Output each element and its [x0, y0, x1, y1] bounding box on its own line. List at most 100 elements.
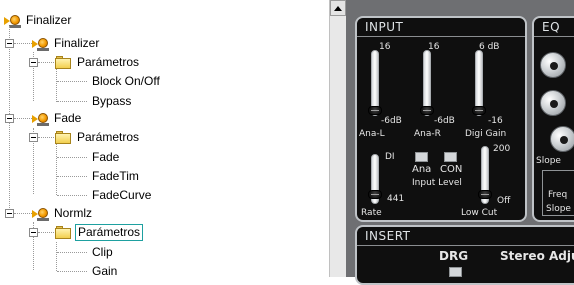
tree-item-label: Fade: [92, 150, 120, 164]
fader-name: Digi Gain: [465, 129, 507, 139]
tree-item-label: FadeCurve: [92, 188, 152, 202]
stereo-adjust-label: Stereo Adju: [500, 249, 574, 263]
tree-item-gain[interactable]: Gain: [90, 263, 119, 277]
lowcut-value: Off: [497, 196, 511, 206]
tree-item-clip[interactable]: Clip: [90, 244, 115, 261]
insert-panel: INSERT DRG Stereo Adju: [355, 225, 574, 285]
tree-connector: [57, 252, 87, 253]
eq-knob[interactable]: [540, 52, 566, 78]
insert-panel-title: INSERT: [365, 229, 411, 243]
plugin-icon: [32, 207, 49, 221]
plugin-icon: [32, 37, 49, 51]
fader-value: -6dB: [381, 116, 402, 126]
lowcut-top-label: 200: [493, 144, 511, 154]
divider: [357, 36, 525, 37]
tree-root-label: Finalizer: [26, 13, 72, 27]
tree-connector: [38, 137, 56, 138]
tree-item-normlz[interactable]: Normlz: [32, 205, 94, 222]
ana-r-fader[interactable]: [420, 106, 434, 115]
tree-item-label: FadeTim: [92, 169, 139, 183]
rate-value: 441: [387, 194, 405, 204]
tree-connector: [57, 195, 87, 196]
tree-item-label: Finalizer: [54, 36, 100, 50]
eq-slope-label: Slope: [536, 156, 561, 166]
tree-item-fade[interactable]: Fade: [90, 149, 121, 166]
drg-button[interactable]: [449, 267, 462, 277]
tree-item-block-on-off[interactable]: Block On/Off: [90, 73, 162, 90]
lowcut-label: Low Cut: [461, 208, 498, 218]
folder-icon: [55, 56, 71, 69]
tree-item-bypass[interactable]: Bypass: [90, 93, 133, 110]
con-label: CON: [440, 164, 463, 175]
tree-item-label: Fade: [54, 111, 82, 125]
plugin-tree[interactable]: Finalizer Finalizer Parámetros Block On/…: [0, 0, 329, 277]
tree-item-label: Bypass: [92, 94, 132, 108]
fader-top-label: 16: [379, 42, 391, 52]
tree-item-fadetim[interactable]: FadeTim: [90, 168, 141, 185]
folder-icon: [55, 131, 71, 144]
fader-value: -16: [488, 116, 503, 126]
tree-connector: [38, 62, 56, 63]
collapse-icon[interactable]: [29, 133, 38, 142]
tree-item-parametros-selected[interactable]: Parámetros: [55, 224, 144, 241]
divider: [534, 36, 574, 37]
tree-item-label: Block On/Off: [92, 74, 160, 88]
collapse-icon[interactable]: [29, 58, 38, 67]
tree-item-label: Parámetros: [77, 130, 140, 144]
tree-item-label: Parámetros: [75, 224, 144, 241]
fader-value: -6dB: [434, 116, 455, 126]
tree-connector: [14, 118, 32, 119]
tree-item-label: Parámetros: [77, 55, 140, 69]
low-cut-fader[interactable]: [478, 190, 492, 199]
collapse-icon[interactable]: [29, 228, 38, 237]
tree-connector: [56, 242, 57, 271]
vertical-scrollbar[interactable]: [329, 0, 346, 277]
tree-connector: [14, 213, 32, 214]
eq-slope-label-2: Slope: [546, 204, 571, 214]
tree-connector: [57, 157, 87, 158]
di-label: DI: [385, 152, 395, 162]
con-button[interactable]: [444, 152, 457, 162]
eq-panel-title: EQ: [542, 20, 561, 34]
tree-item-parametros[interactable]: Parámetros: [55, 54, 141, 71]
tree-root[interactable]: Finalizer: [4, 12, 73, 29]
input-panel-title: INPUT: [365, 20, 404, 34]
input-panel: INPUT 16 16 6 dB -6dB -6dB -16 Ana-L Ana…: [355, 16, 527, 222]
tree-item-parametros[interactable]: Parámetros: [55, 129, 141, 146]
input-level-label: Input Level: [412, 178, 462, 188]
tree-connector: [57, 271, 87, 272]
collapse-icon[interactable]: [5, 209, 14, 218]
tree-connector: [56, 140, 57, 195]
folder-open-icon: [55, 226, 71, 239]
tree-item-label: Gain: [92, 264, 118, 277]
fader-name: Ana-R: [414, 129, 441, 139]
tree-connector: [14, 43, 32, 44]
eq-knob[interactable]: [540, 90, 566, 116]
mixer-panel: INPUT 16 16 6 dB -6dB -6dB -16 Ana-L Ana…: [346, 0, 574, 285]
up-arrow-icon[interactable]: [330, 0, 346, 16]
ana-l-fader[interactable]: [368, 106, 382, 115]
eq-panel: EQ Slope Freq Slope: [532, 16, 574, 222]
eq-freq-label: Freq: [548, 190, 568, 200]
rate-fader[interactable]: [368, 190, 382, 199]
tree-item-fadecurve[interactable]: FadeCurve: [90, 187, 153, 204]
divider: [357, 245, 574, 246]
digi-gain-fader[interactable]: [472, 106, 486, 115]
collapse-icon[interactable]: [5, 39, 14, 48]
collapse-icon[interactable]: [5, 114, 14, 123]
plugin-icon: [4, 14, 21, 28]
tree-item-label: Clip: [92, 245, 113, 259]
fader-name: Ana-L: [359, 129, 385, 139]
eq-knob[interactable]: [550, 126, 574, 152]
ana-button[interactable]: [415, 152, 428, 162]
tree-connector: [57, 101, 87, 102]
tree-item-fade-plugin[interactable]: Fade: [32, 110, 83, 127]
rate-label: Rate: [361, 208, 382, 218]
plugin-icon: [32, 112, 49, 126]
ana-label: Ana: [412, 164, 432, 175]
tree-connector: [38, 232, 56, 233]
tree-connector: [57, 81, 87, 82]
tree-connector: [57, 176, 87, 177]
drg-label: DRG: [439, 249, 469, 263]
tree-item-finalizer[interactable]: Finalizer: [32, 35, 101, 52]
